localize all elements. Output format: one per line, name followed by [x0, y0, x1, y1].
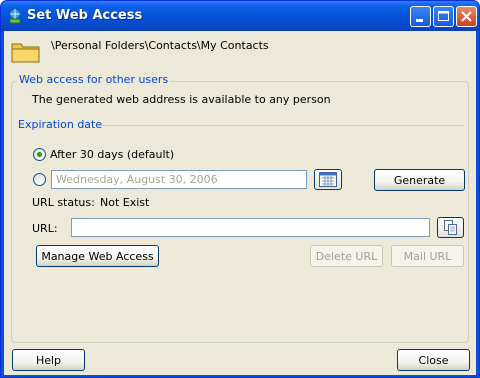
web-access-group-title: Web access for other users	[17, 73, 171, 86]
maximize-button[interactable]	[433, 6, 454, 27]
close-icon	[461, 11, 472, 22]
minimize-button[interactable]	[410, 6, 431, 27]
manage-web-access-button[interactable]: Manage Web Access	[36, 245, 159, 267]
close-window-button[interactable]	[456, 6, 477, 27]
close-button[interactable]: Close	[397, 349, 470, 371]
availability-info: The generated web address is available t…	[32, 93, 331, 106]
window-title: Set Web Access	[27, 8, 143, 23]
generate-button[interactable]: Generate	[374, 169, 465, 191]
url-field[interactable]	[71, 218, 430, 237]
dialog-body: \Personal Folders\Contacts\My Contacts W…	[4, 31, 476, 375]
minimize-icon	[416, 19, 423, 22]
dialog-window: Set Web Access \Personal Folders\Contact…	[0, 0, 480, 378]
folder-icon	[11, 40, 41, 64]
radio-selected-dot	[37, 152, 42, 157]
help-button[interactable]: Help	[12, 349, 85, 371]
folder-path: \Personal Folders\Contacts\My Contacts	[51, 39, 269, 52]
mail-url-button[interactable]: Mail URL	[391, 245, 464, 267]
maximize-icon	[438, 11, 449, 21]
title-bar[interactable]: Set Web Access	[1, 1, 479, 31]
calendar-button[interactable]	[314, 169, 342, 190]
delete-url-button[interactable]: Delete URL	[310, 245, 383, 267]
url-status-value: Not Exist	[100, 196, 150, 209]
web-access-icon	[7, 8, 23, 24]
custom-expiration-radio[interactable]	[33, 173, 46, 186]
url-label: URL:	[32, 222, 58, 235]
url-status-label: URL status:	[32, 196, 95, 209]
default-expiration-label[interactable]: After 30 days (default)	[50, 148, 174, 161]
copy-icon	[444, 220, 457, 235]
copy-url-button[interactable]	[437, 217, 464, 238]
expiration-date-field[interactable]: Wednesday, August 30, 2006	[51, 170, 307, 189]
expiration-date-label: Expiration date	[18, 118, 103, 131]
calendar-icon	[319, 172, 337, 187]
default-expiration-radio[interactable]	[33, 148, 46, 161]
expiration-divider	[102, 125, 464, 126]
